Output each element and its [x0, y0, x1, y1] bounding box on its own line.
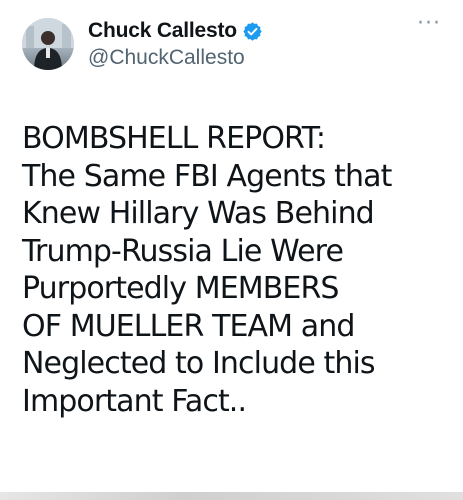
tweet-text-line: Neglected to Include this	[22, 346, 376, 381]
tweet-text-line: The Same FBI Agents that	[22, 158, 392, 194]
tweet-text-line: BOMBSHELL REPORT:	[22, 121, 326, 156]
display-name[interactable]: Chuck Callesto	[88, 19, 237, 43]
media-preview-edge	[0, 492, 463, 500]
tweet-text-line: OF MUELLER TEAM and	[22, 308, 355, 344]
name-row: Chuck Callesto	[88, 18, 423, 44]
tweet-text-line: Knew Hillary Was Behind	[22, 196, 375, 231]
tweet-header: Chuck Callesto @ChuckCallesto	[88, 18, 423, 70]
tweet-card: Chuck Callesto @ChuckCallesto ··· BOMBSH…	[0, 0, 463, 500]
more-options-icon[interactable]: ···	[417, 13, 441, 35]
tweet-text-line: Purportedly MEMBERS	[22, 271, 339, 306]
tweet-text-line: Trump-Russia Lie Were	[22, 233, 344, 269]
tweet-text-line: Important Fact..	[22, 383, 247, 419]
profile-photo-icon	[22, 18, 74, 70]
user-handle[interactable]: @ChuckCallesto	[88, 46, 423, 70]
verified-badge-icon	[242, 21, 263, 42]
avatar[interactable]	[22, 18, 74, 70]
tweet-text: BOMBSHELL REPORT: The Same FBI Agents th…	[22, 120, 452, 420]
